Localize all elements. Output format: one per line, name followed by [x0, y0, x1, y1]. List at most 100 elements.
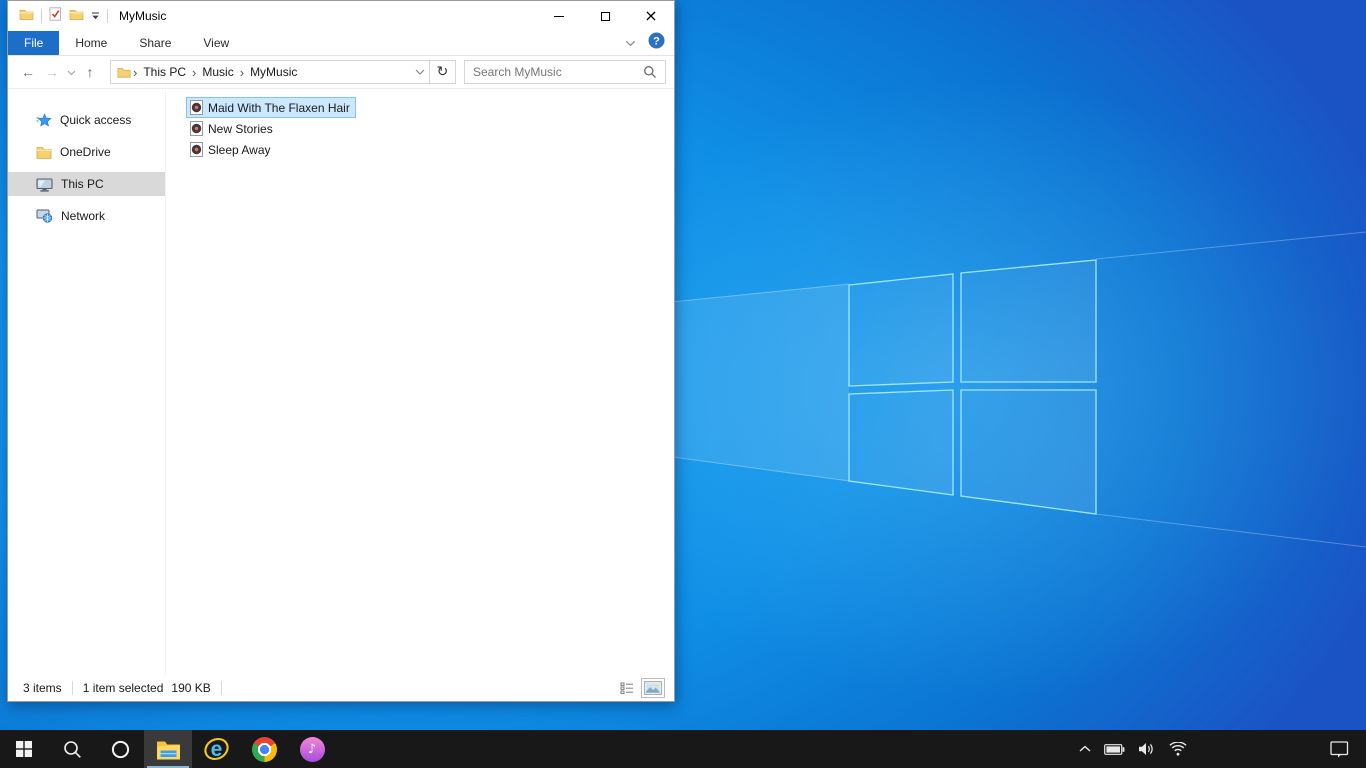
sidebar-item-network[interactable]: Network	[8, 204, 165, 228]
navigation-pane: Quick access OneDrive This PC Network	[8, 90, 166, 675]
sidebar-item-quick-access[interactable]: Quick access	[8, 108, 165, 132]
breadcrumb-chevron-icon[interactable]: ›	[131, 65, 139, 80]
tab-file[interactable]: File	[8, 31, 60, 55]
navigation-toolbar: ← → ↑ › This PC › Music › MyMusic ↻ Sear…	[8, 56, 674, 89]
audio-file-icon	[190, 142, 203, 157]
sidebar-item-label: Network	[61, 209, 106, 223]
status-bar: 3 items 1 item selected 190 KB	[8, 675, 674, 701]
window-title: MyMusic	[119, 9, 167, 23]
breadcrumb-music[interactable]: Music	[198, 65, 237, 79]
tab-view[interactable]: View	[187, 31, 245, 55]
sidebar-item-label: OneDrive	[60, 145, 111, 159]
chrome-button[interactable]	[240, 730, 288, 768]
itunes-icon: ♪	[299, 736, 325, 762]
large-icons-view-icon[interactable]	[641, 678, 665, 698]
forward-button[interactable]: →	[40, 65, 64, 79]
start-icon	[16, 741, 32, 757]
audio-file-icon	[190, 100, 203, 115]
file-item-new-stories[interactable]: New Stories	[186, 118, 279, 139]
svg-text:?: ?	[653, 35, 660, 47]
action-center-icon[interactable]	[1328, 739, 1352, 760]
selection-size: 190 KB	[171, 681, 211, 695]
status-separator	[220, 681, 222, 695]
file-item-maid-with-the-flaxen-hair[interactable]: Maid With The Flaxen Hair	[186, 97, 356, 118]
search-icon[interactable]	[643, 65, 657, 79]
ribbon-right-controls: ?	[625, 31, 674, 55]
search-input[interactable]: Search MyMusic	[473, 65, 643, 79]
details-view-icon[interactable]	[618, 680, 636, 696]
desktop: MyMusic × File Home Share View ? ← → ↑ ›…	[0, 0, 1366, 768]
properties-icon[interactable]	[49, 6, 62, 26]
file-name: Sleep Away	[208, 142, 271, 157]
breadcrumb-this-pc[interactable]: This PC	[139, 65, 190, 79]
svg-text:e: e	[210, 738, 222, 761]
up-button[interactable]: ↑	[78, 65, 102, 79]
taskbar-file-explorer-button[interactable]	[144, 730, 192, 768]
breadcrumb-chevron-icon[interactable]: ›	[190, 65, 198, 80]
collapse-ribbon-chevron-icon[interactable]	[625, 34, 636, 52]
taskbar: e ♪	[0, 730, 1366, 768]
file-explorer-icon	[156, 739, 181, 760]
file-list: Maid With The Flaxen Hair New Stories Sl…	[166, 90, 674, 675]
recent-locations-chevron-icon[interactable]	[64, 63, 78, 81]
view-switcher	[618, 678, 674, 698]
network-icon	[36, 209, 53, 223]
file-name: New Stories	[208, 121, 273, 136]
sidebar-item-label: This PC	[61, 177, 104, 191]
explorer-window-icon	[19, 7, 34, 25]
internet-explorer-icon: e	[203, 736, 230, 763]
breadcrumb-mymusic[interactable]: MyMusic	[246, 65, 301, 79]
selection-count: 1 item selected	[82, 681, 164, 695]
battery-icon[interactable]	[1102, 742, 1127, 757]
wifi-icon[interactable]	[1167, 740, 1189, 758]
breadcrumb-chevron-icon[interactable]: ›	[238, 65, 246, 80]
cortana-button[interactable]	[96, 730, 144, 768]
quick-access-star-icon	[36, 112, 52, 128]
explorer-main: Quick access OneDrive This PC Network Ma…	[8, 90, 674, 675]
back-button[interactable]: ←	[16, 65, 40, 79]
tab-home[interactable]: Home	[59, 31, 123, 55]
close-button[interactable]: ×	[628, 1, 674, 31]
maximize-icon	[600, 11, 610, 21]
minimize-button[interactable]	[536, 1, 582, 31]
address-folder-icon	[117, 66, 131, 78]
qat-separator	[107, 9, 108, 23]
help-icon[interactable]: ?	[648, 32, 665, 54]
new-folder-icon[interactable]	[69, 7, 84, 25]
file-explorer-window: MyMusic × File Home Share View ? ← → ↑ ›…	[7, 0, 675, 702]
volume-icon[interactable]	[1136, 740, 1158, 758]
titlebar[interactable]: MyMusic ×	[8, 1, 674, 31]
address-dropdown-chevron-icon[interactable]	[415, 65, 425, 79]
search-box[interactable]: Search MyMusic	[464, 60, 666, 84]
ribbon-tabs: File Home Share View ?	[8, 31, 674, 56]
chrome-icon	[251, 736, 277, 762]
system-tray	[1077, 739, 1366, 760]
taskbar-search-button[interactable]	[48, 730, 96, 768]
status-separator	[71, 681, 73, 695]
cortana-icon	[111, 740, 130, 759]
tray-chevron-up-icon[interactable]	[1077, 743, 1093, 755]
start-button[interactable]	[0, 730, 48, 768]
sidebar-item-this-pc[interactable]: This PC	[8, 172, 165, 196]
quick-access-toolbar: MyMusic	[8, 6, 167, 26]
itunes-button[interactable]: ♪	[288, 730, 336, 768]
items-count: 3 items	[23, 681, 62, 695]
internet-explorer-button[interactable]: e	[192, 730, 240, 768]
onedrive-folder-icon	[36, 146, 52, 159]
maximize-button[interactable]	[582, 1, 628, 31]
qat-separator	[41, 9, 42, 23]
close-icon: ×	[644, 6, 658, 25]
window-controls: ×	[536, 1, 674, 31]
minimize-icon	[554, 15, 564, 17]
this-pc-monitor-icon	[36, 177, 53, 192]
refresh-button[interactable]: ↻	[430, 60, 456, 84]
file-item-sleep-away[interactable]: Sleep Away	[186, 139, 277, 160]
tab-share[interactable]: Share	[123, 31, 187, 55]
audio-file-icon	[190, 121, 203, 136]
address-bar[interactable]: › This PC › Music › MyMusic	[110, 60, 430, 84]
customize-qat-dropdown-icon[interactable]	[91, 7, 100, 25]
sidebar-item-label: Quick access	[60, 113, 132, 127]
sidebar-item-onedrive[interactable]: OneDrive	[8, 140, 165, 164]
file-name: Maid With The Flaxen Hair	[208, 100, 350, 115]
search-icon	[63, 740, 82, 759]
